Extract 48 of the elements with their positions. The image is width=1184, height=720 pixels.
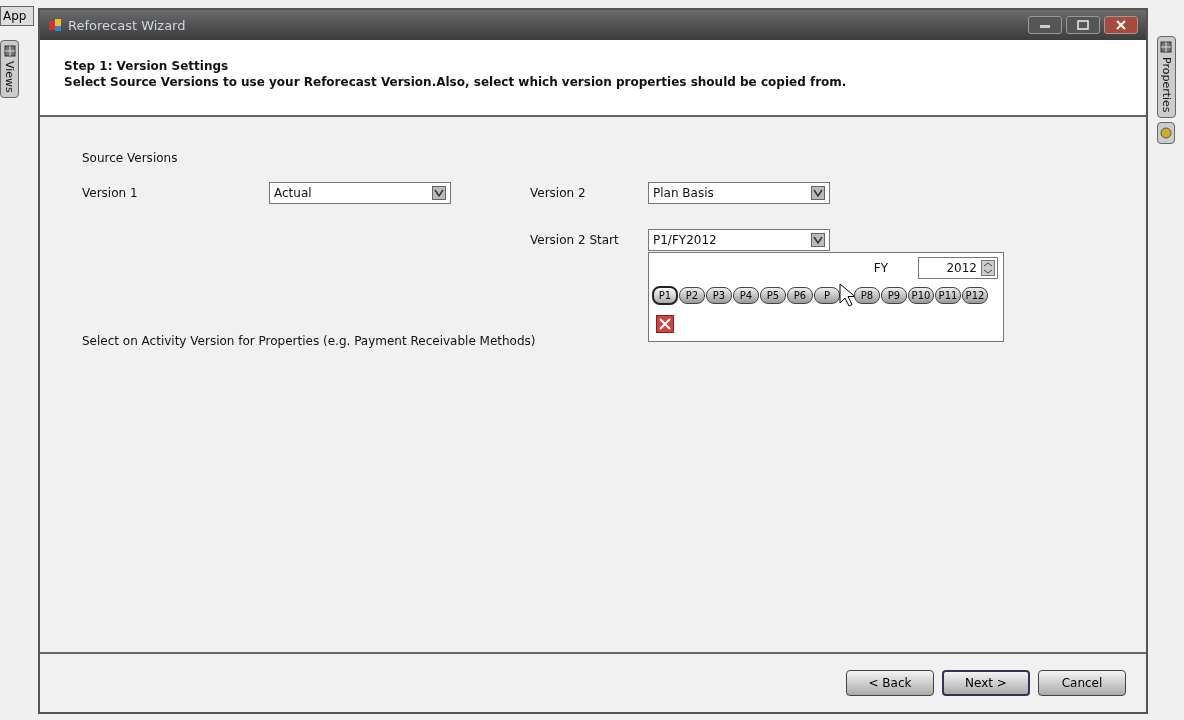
- period-button[interactable]: P9: [881, 286, 907, 304]
- spinner-arrows-icon: [981, 260, 995, 276]
- field-label: Version 2: [530, 186, 587, 200]
- side-tab[interactable]: [1157, 121, 1175, 144]
- grid-icon: [3, 45, 16, 57]
- period-dropdown[interactable]: P1/FY2012: [648, 229, 830, 251]
- mouse-cursor-icon: [839, 283, 855, 307]
- period-button[interactable]: P12: [962, 286, 988, 304]
- period-button[interactable]: P5: [760, 286, 786, 304]
- maximize-button[interactable]: [1066, 16, 1100, 34]
- dropdown-icon: [811, 186, 825, 200]
- version-dropdown[interactable]: Actual: [269, 182, 451, 204]
- fy-label: FY: [873, 261, 888, 275]
- period-button[interactable]: P8: [854, 286, 880, 304]
- section-heading: Source Versions: [82, 151, 179, 165]
- wizard-button[interactable]: < Back: [846, 670, 934, 696]
- field-label: Version 2 Start: [530, 233, 620, 247]
- maximize-icon: [1077, 20, 1089, 30]
- app-icon: [48, 18, 62, 32]
- period-button[interactable]: P11: [935, 286, 961, 304]
- period-button[interactable]: P1: [652, 285, 678, 305]
- coin-icon: [1160, 126, 1172, 139]
- period-button[interactable]: P10: [908, 286, 934, 304]
- properties-tab[interactable]: Properties: [1156, 36, 1176, 118]
- version-dropdown[interactable]: Plan Basis: [648, 182, 830, 204]
- grid-icon: [1160, 41, 1172, 53]
- close-button[interactable]: [1104, 16, 1138, 34]
- clear-button[interactable]: [656, 315, 674, 336]
- close-icon: [1115, 20, 1127, 30]
- window-title: Reforecast Wizard: [68, 17, 187, 33]
- dropdown-icon: [432, 186, 446, 200]
- views-tab[interactable]: Views: [0, 40, 19, 98]
- wizard-button[interactable]: Cancel: [1038, 670, 1126, 696]
- close-icon: [656, 315, 674, 333]
- field-label: Select on Activity Version for Properties (e.g. Payment Receivable Methods): [82, 334, 537, 348]
- year-spinner[interactable]: 2012: [918, 257, 998, 279]
- step-instruction: Select Source Versions to use your Reforecast Version.Also, select which version properties should be copied from.: [64, 74, 848, 90]
- app-button[interactable]: App: [0, 6, 34, 26]
- dropdown-icon: [811, 233, 825, 247]
- period-button[interactable]: P4: [733, 286, 759, 304]
- minimize-button[interactable]: [1028, 16, 1062, 34]
- wizard-button[interactable]: Next >: [942, 670, 1030, 696]
- step-title: Step 1: Version Settings: [64, 58, 230, 74]
- field-label: Version 1: [82, 186, 139, 200]
- period-button[interactable]: P2: [679, 286, 705, 304]
- period-button[interactable]: P6: [787, 286, 813, 304]
- period-button[interactable]: P3: [706, 286, 732, 304]
- period-button[interactable]: P: [814, 286, 840, 304]
